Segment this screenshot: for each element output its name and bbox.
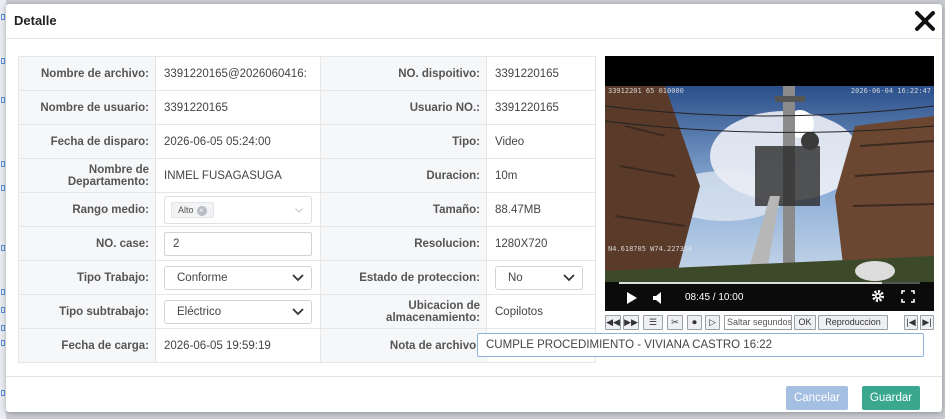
- detail-form-table: Nombre de archivo: 3391220165@2026060416…: [18, 56, 924, 363]
- range-tag-label: Alto: [178, 204, 194, 215]
- storage-location-value: Copilotos: [495, 305, 543, 318]
- settings-gear-icon[interactable]: [871, 289, 885, 308]
- detail-dialog: Detalle Nombre de archivo: 3391220165@20…: [6, 4, 942, 412]
- chevron-down-icon: [292, 273, 304, 281]
- file-name-value: 3391220165@2026060416:: [164, 67, 307, 80]
- osd-device-id: 33912201 65 010000: [608, 87, 684, 95]
- form-row: Fecha de disparo: 2026-06-05 05:24:00 Ti…: [18, 124, 596, 159]
- form-row: NO. case: 2 Resolucion: 1280X720: [18, 226, 596, 261]
- device-no-value: 3391220165: [495, 67, 559, 80]
- work-type-label: Tipo Trabajo:: [18, 260, 156, 295]
- video-progress-bar[interactable]: [619, 282, 920, 284]
- medium-range-label: Rango medio:: [18, 192, 156, 227]
- background-marker: [1, 289, 5, 295]
- work-subtype-label: Tipo subtrabajo:: [18, 294, 156, 329]
- file-name-label: Nombre de archivo:: [18, 56, 156, 91]
- form-row: Rango medio: Alto × Tamaño: 88.47MB: [18, 192, 596, 227]
- step-button[interactable]: ▷: [705, 315, 720, 330]
- file-note-label: Nota de archivo:: [320, 328, 487, 363]
- size-value: 88.47MB: [495, 203, 542, 216]
- department-value: INMEL FUSAGASUGA: [164, 169, 282, 182]
- chevron-down-icon: [292, 307, 304, 315]
- form-row: Tipo subtrabajo: Eléctrico Ubicacion de …: [18, 294, 596, 329]
- user-name-value: 3391220165: [164, 101, 228, 114]
- medium-range-multiselect[interactable]: Alto ×: [164, 195, 312, 224]
- form-row: Tipo Trabajo: Conforme Estado de protecc…: [18, 260, 596, 295]
- form-row: Fecha de carga: 2026-06-05 19:59:19 Nota…: [18, 328, 924, 363]
- form-row: Nombre de Departamento: INMEL FUSAGASUGA…: [18, 158, 596, 193]
- osd-gps: N4.618705 W74.227356: [608, 245, 693, 253]
- player-toolbar: ◀◀ ▶▶ ☰ ✂ ⏺ ▷ Saltar segundos OK Reprodu…: [605, 315, 934, 332]
- form-row: Nombre de archivo: 3391220165@2026060416…: [18, 56, 596, 91]
- work-subtype-selected: Eléctrico: [177, 305, 222, 318]
- form-row: Nombre de usuario: 3391220165 Usuario NO…: [18, 90, 596, 125]
- dialog-title: Detalle: [14, 13, 57, 28]
- save-button[interactable]: Guardar: [862, 386, 920, 410]
- video-time: 08:45 / 10:00: [685, 292, 744, 303]
- trigger-date-value: 2026-06-05 05:24:00: [164, 135, 271, 148]
- case-no-input[interactable]: 2: [164, 231, 312, 256]
- fullscreen-icon[interactable]: [901, 290, 915, 308]
- protection-state-label: Estado de proteccion:: [320, 260, 487, 295]
- close-icon[interactable]: [914, 10, 936, 32]
- user-no-label: Usuario NO.:: [320, 90, 487, 125]
- play-icon[interactable]: [627, 291, 637, 309]
- case-no-label: NO. case:: [18, 226, 156, 261]
- playback-button[interactable]: Reproduccion: [818, 315, 888, 330]
- previous-button[interactable]: |◀: [904, 315, 918, 330]
- video-player[interactable]: 33912201 65 010000 2026-06-04 16:22:47 N…: [605, 56, 934, 311]
- osd-timestamp: 2026-06-04 16:22:47: [850, 87, 931, 95]
- range-tag: Alto ×: [171, 201, 214, 218]
- rewind-button[interactable]: ◀◀: [605, 315, 621, 330]
- background-marker: [1, 97, 5, 103]
- seek-seconds-input[interactable]: Saltar segundos: [724, 315, 792, 330]
- background-marker: [1, 325, 5, 331]
- protection-state-select[interactable]: No: [495, 265, 583, 290]
- protection-state-selected: No: [508, 271, 523, 284]
- seek-ok-button[interactable]: OK: [794, 315, 816, 330]
- list-button[interactable]: ☰: [643, 315, 663, 330]
- background-marker: [1, 390, 5, 396]
- chevron-down-icon: [563, 273, 575, 281]
- volume-icon[interactable]: [653, 291, 665, 309]
- type-value: Video: [495, 135, 525, 148]
- device-no-label: NO. dispoitivo:: [320, 56, 487, 91]
- background-marker: [1, 58, 5, 64]
- video-controls: 08:45 / 10:00: [605, 282, 934, 311]
- video-progress-fill: [619, 282, 883, 284]
- chevron-down-icon: [295, 207, 303, 213]
- background-marker: [1, 307, 5, 313]
- tag-remove-icon[interactable]: ×: [196, 205, 207, 216]
- trigger-date-label: Fecha de disparo:: [18, 124, 156, 159]
- file-note-input[interactable]: CUMPLE PROCEDIMIENTO - VIVIANA CASTRO 16…: [477, 333, 924, 357]
- work-subtype-select[interactable]: Eléctrico: [164, 299, 312, 324]
- type-label: Tipo:: [320, 124, 487, 159]
- resolution-label: Resolucion:: [320, 226, 487, 261]
- dialog-header: Detalle: [6, 4, 942, 39]
- cut-button[interactable]: ✂: [667, 315, 683, 330]
- work-type-select[interactable]: Conforme: [164, 265, 312, 290]
- size-label: Tamaño:: [320, 192, 487, 227]
- user-no-value: 3391220165: [495, 101, 559, 114]
- duration-label: Duracion:: [320, 158, 487, 193]
- background-marker: [1, 245, 5, 251]
- upload-date-label: Fecha de carga:: [18, 328, 156, 363]
- background-marker: [1, 340, 5, 346]
- record-button[interactable]: ⏺: [687, 315, 702, 330]
- background-marker: [1, 161, 5, 167]
- work-type-selected: Conforme: [177, 271, 228, 284]
- next-button[interactable]: ▶|: [920, 315, 934, 330]
- department-label: Nombre de Departamento:: [18, 158, 156, 193]
- resolution-value: 1280X720: [495, 237, 548, 250]
- upload-date-value: 2026-06-05 19:59:19: [164, 339, 271, 352]
- user-name-label: Nombre de usuario:: [18, 90, 156, 125]
- background-marker: [1, 14, 5, 20]
- storage-location-label: Ubicacion de almacenamiento:: [320, 294, 487, 329]
- dialog-footer-divider: [6, 376, 942, 377]
- fast-forward-button[interactable]: ▶▶: [623, 315, 639, 330]
- background-marker: [1, 185, 5, 191]
- duration-value: 10m: [495, 169, 518, 182]
- cancel-button[interactable]: Cancelar: [786, 386, 848, 410]
